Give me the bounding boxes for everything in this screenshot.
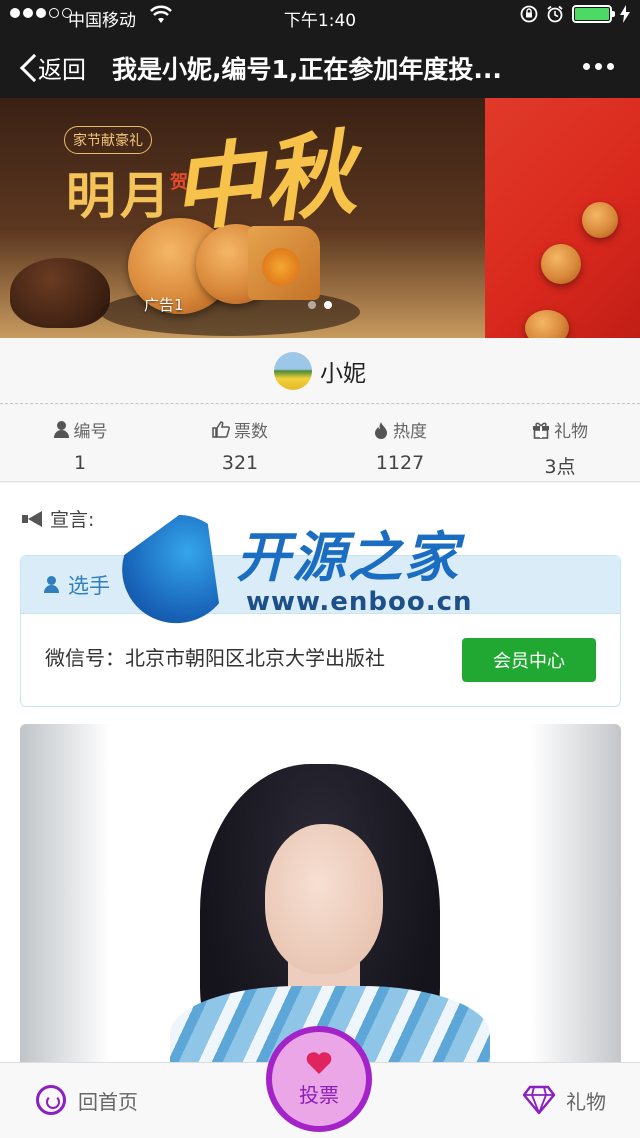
status-bar: 中国移动 下午1:40 <box>0 0 640 32</box>
mooncake-image <box>582 202 618 238</box>
stat-votes: 票数 321 <box>160 405 320 481</box>
carousel-slide-mid-autumn[interactable]: 家节献豪礼 明月 中秋 贺 <box>0 98 485 338</box>
watermark-name: 开源之家 <box>236 526 460 589</box>
megaphone-icon <box>22 510 44 527</box>
banner-headline: 明月 <box>66 166 174 225</box>
carousel-slide-next[interactable] <box>485 98 640 338</box>
stat-heat: 热度 1127 <box>320 405 480 481</box>
contestant-name: 小妮 <box>320 360 366 387</box>
mooncake-image <box>541 244 581 284</box>
site-watermark: 开源之家 www.enboo.cn <box>116 503 526 628</box>
banner-tag: 家节献豪礼 <box>64 126 152 154</box>
member-center-button[interactable]: 会员中心 <box>462 638 596 682</box>
teapot-image <box>10 258 110 328</box>
more-menu-button[interactable] <box>583 63 614 70</box>
ad-carousel[interactable]: 家节献豪礼 明月 中秋 贺 广告1 <box>0 98 640 338</box>
orientation-lock-icon <box>520 5 538 23</box>
diamond-icon <box>522 1085 556 1115</box>
watermark-logo-icon <box>104 497 249 641</box>
refresh-home-icon <box>36 1085 66 1115</box>
stats-row: 编号 1 票数 321 热度 1127 礼物 3点 <box>0 405 640 482</box>
stat-value: 3点 <box>544 456 576 478</box>
stat-value: 1127 <box>375 452 425 474</box>
wechat-id: 微信号：北京市朝阳区北京大学出版社 <box>45 646 385 670</box>
card-header-title: 选手 <box>68 573 110 598</box>
stat-label: 礼物 <box>554 422 588 442</box>
heart-icon <box>306 1051 332 1074</box>
stat-number: 编号 1 <box>0 405 160 481</box>
gift-label: 礼物 <box>566 1089 606 1114</box>
navigation-bar: 返回 我是小妮,编号1,正在参加年度投... <box>0 32 640 98</box>
thumbs-up-icon <box>212 421 230 438</box>
stat-value: 321 <box>221 452 259 474</box>
mooncake-image <box>525 310 569 338</box>
contestant-header: 小妮 <box>0 338 640 404</box>
stat-label: 热度 <box>393 422 427 442</box>
egg-yolk-image <box>262 248 300 286</box>
user-icon <box>43 576 60 593</box>
banner-seal: 贺 <box>170 172 188 193</box>
charging-bolt-icon <box>620 5 630 23</box>
stat-label: 编号 <box>73 422 108 442</box>
declaration-label: 宣言: <box>50 509 95 531</box>
home-label: 回首页 <box>78 1089 138 1114</box>
carousel-dot[interactable] <box>308 301 316 309</box>
stat-gifts: 礼物 3点 <box>480 405 640 481</box>
gift-button[interactable]: 礼物 <box>522 1085 606 1115</box>
avatar[interactable] <box>274 351 312 390</box>
flame-icon <box>375 421 387 439</box>
watermark-url: www.enboo.cn <box>246 587 473 617</box>
banner-calligraphy: 中秋 <box>165 118 360 246</box>
contestant-photo[interactable] <box>20 724 621 1064</box>
back-button[interactable]: 返回 <box>18 50 86 85</box>
page-title: 我是小妮,编号1,正在参加年度投... <box>112 55 502 84</box>
banner-caption: 广告1 <box>144 296 184 314</box>
vote-button[interactable]: 投票 <box>266 1026 372 1132</box>
stat-label: 票数 <box>234 422 268 442</box>
stat-value: 1 <box>73 452 87 474</box>
more-dots-icon <box>583 63 590 70</box>
gift-icon <box>533 422 549 439</box>
home-button[interactable]: 回首页 <box>36 1085 138 1115</box>
carousel-dot-active[interactable] <box>324 301 332 309</box>
alarm-icon <box>547 5 563 23</box>
chevron-left-icon <box>18 55 34 81</box>
battery-icon <box>572 5 615 23</box>
declaration: 宣言: <box>22 505 94 532</box>
carousel-pagination[interactable] <box>308 301 332 309</box>
vote-label: 投票 <box>299 1082 339 1107</box>
user-icon <box>53 421 70 438</box>
